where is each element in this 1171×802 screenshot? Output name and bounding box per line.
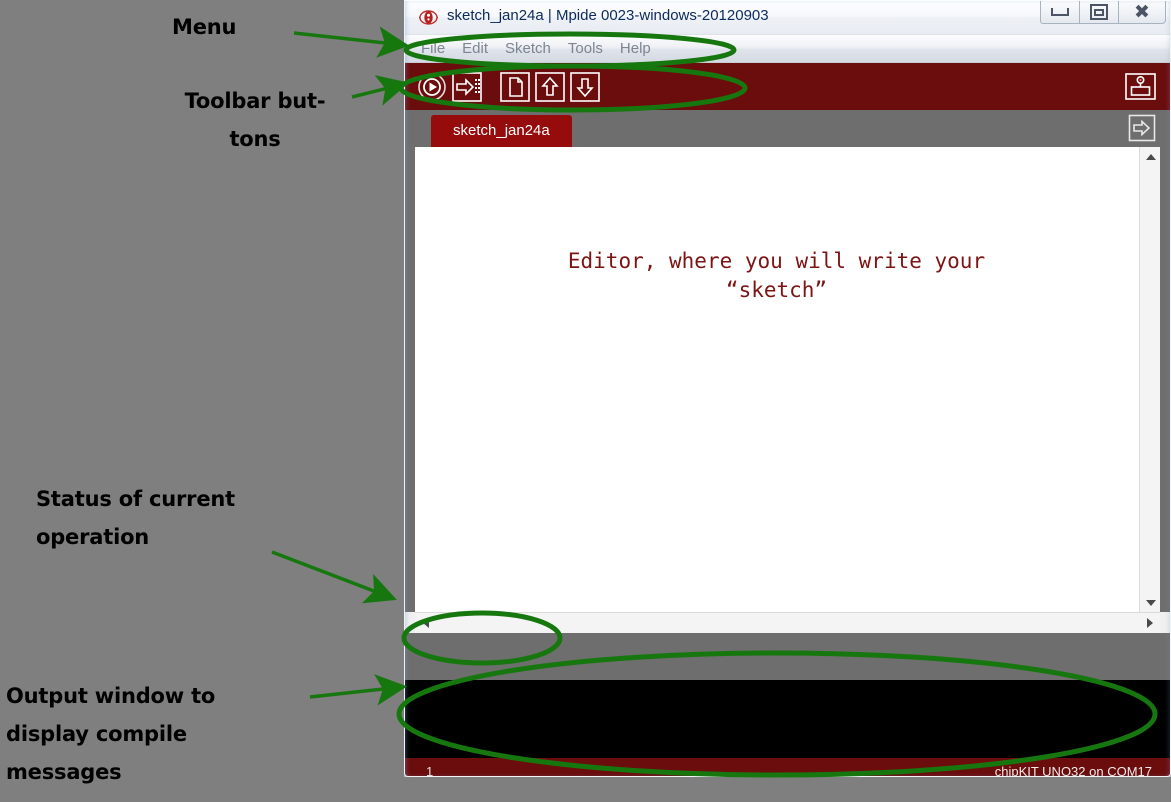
maximize-button[interactable] xyxy=(1079,1,1119,24)
annotation-label-output: Output window to display compile message… xyxy=(6,684,216,784)
status-message-area xyxy=(405,633,1170,680)
annotation-label-menu: Menu xyxy=(172,15,237,39)
play-circle-icon xyxy=(418,72,446,101)
new-file-icon xyxy=(500,71,530,102)
scroll-down-button[interactable] xyxy=(1140,593,1160,612)
console-output-window[interactable] xyxy=(405,680,1170,758)
scroll-left-button[interactable] xyxy=(415,613,436,634)
serial-monitor-button[interactable] xyxy=(1124,70,1157,103)
menu-bar: File Edit Sketch Tools Help xyxy=(405,35,1170,63)
tab-overflow-button[interactable] xyxy=(1128,114,1156,142)
line-number-indicator: 1 xyxy=(426,764,434,777)
toolbar xyxy=(405,63,1170,110)
editor-content-text: Editor, where you will write your “sketc… xyxy=(567,249,986,302)
scroll-left-arrow-icon xyxy=(422,618,429,628)
scroll-up-button[interactable] xyxy=(1140,147,1160,166)
arrow-right-dots-icon xyxy=(452,71,482,102)
close-icon: ✖ xyxy=(1134,0,1150,23)
scroll-right-button[interactable] xyxy=(1139,613,1160,634)
editor-horizontal-scrollbar[interactable] xyxy=(415,612,1160,633)
arrow-down-icon xyxy=(570,71,600,102)
scroll-down-arrow-icon xyxy=(1145,599,1156,606)
menu-item-help[interactable]: Help xyxy=(620,40,651,57)
scroll-right-arrow-icon xyxy=(1146,618,1153,628)
verify-compile-button[interactable] xyxy=(416,71,448,103)
editor-vertical-scrollbar[interactable] xyxy=(1139,147,1160,612)
annotation-label-toolbar: Toolbar but- tons xyxy=(184,89,326,151)
window-title: sketch_jan24a | Mpide 0023-windows-20120… xyxy=(447,7,769,24)
new-sketch-button[interactable] xyxy=(499,71,531,103)
menu-item-edit[interactable]: Edit xyxy=(462,40,488,57)
close-button[interactable]: ✖ xyxy=(1118,1,1166,24)
annotation-label-status: Status of current operation xyxy=(36,487,235,549)
board-port-indicator: chipKIT UNO32 on COM17 xyxy=(994,764,1152,777)
annotation-arrow-menu xyxy=(293,26,410,58)
save-sketch-button[interactable] xyxy=(569,71,601,103)
arrow-up-icon xyxy=(535,71,565,102)
bottom-status-bar: 1 chipKIT UNO32 on COM17 xyxy=(405,758,1170,777)
code-editor[interactable]: Editor, where you will write your “sketc… xyxy=(405,147,1170,612)
tab-strip: sketch_jan24a xyxy=(405,110,1170,147)
serial-monitor-icon xyxy=(1125,73,1156,100)
title-bar: sketch_jan24a | Mpide 0023-windows-20120… xyxy=(405,0,1170,35)
menu-item-tools[interactable]: Tools xyxy=(568,40,603,57)
menu-item-sketch[interactable]: Sketch xyxy=(505,40,551,57)
tab-overflow-icon xyxy=(1128,114,1156,142)
minimize-icon xyxy=(1051,8,1069,16)
open-sketch-button[interactable] xyxy=(534,71,566,103)
tab-sketch-jan24a[interactable]: sketch_jan24a xyxy=(431,115,572,147)
mpide-logo-icon xyxy=(419,8,438,27)
annotation-arrow-toolbar xyxy=(351,75,410,106)
annotation-arrow-status xyxy=(271,550,397,604)
minimize-button[interactable] xyxy=(1040,1,1080,24)
annotation-arrow-output xyxy=(309,674,408,706)
upload-button[interactable] xyxy=(451,71,483,103)
scroll-up-arrow-icon xyxy=(1145,153,1156,160)
mpide-application-window: sketch_jan24a | Mpide 0023-windows-20120… xyxy=(404,0,1171,777)
maximize-icon xyxy=(1090,4,1108,20)
menu-item-file[interactable]: File xyxy=(421,40,445,57)
window-controls: ✖ xyxy=(1040,1,1166,24)
